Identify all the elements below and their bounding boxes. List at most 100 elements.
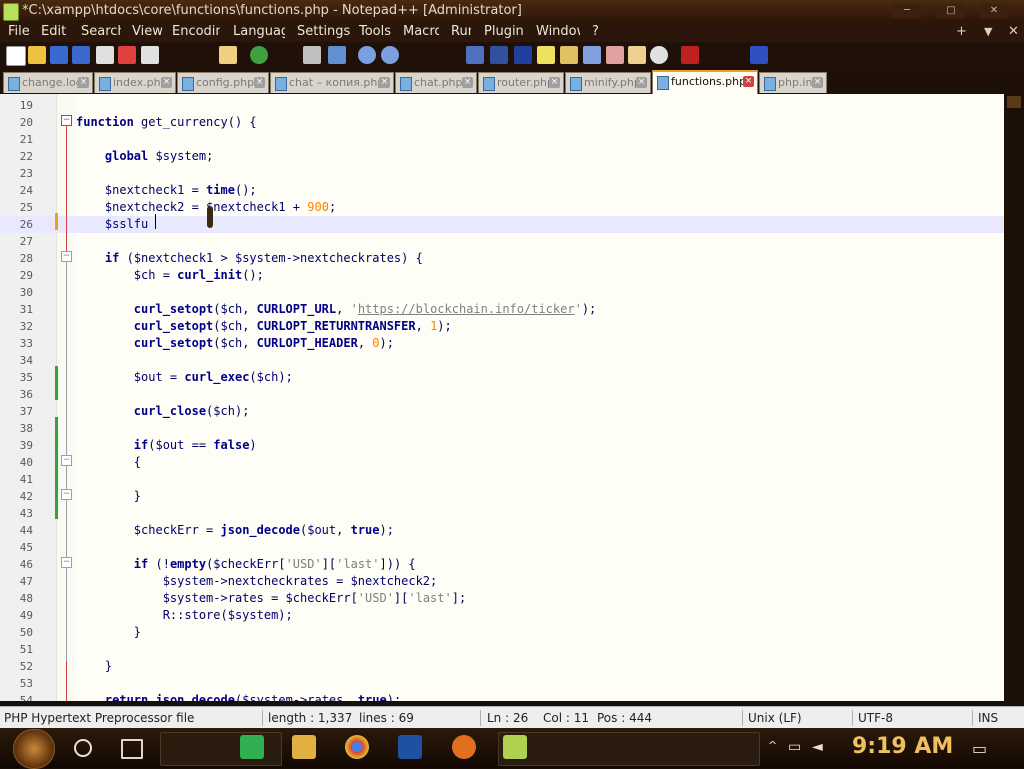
close-tab-icon[interactable]: × [636, 77, 647, 88]
action-center-icon[interactable]: ▭ [972, 739, 987, 758]
show-all-chars-icon[interactable] [490, 46, 508, 64]
menu-help[interactable]: ? [592, 22, 599, 42]
code-line[interactable]: 47 $system->nextcheckrates = $nextcheck2… [0, 573, 1004, 590]
tab-chat-php[interactable]: chat.php × [395, 72, 477, 93]
tab-router-php[interactable]: router.php × [478, 72, 564, 93]
close-tab-icon[interactable]: × [743, 76, 754, 87]
menu-window[interactable]: Window [536, 22, 580, 42]
new-tab-button[interactable]: + [956, 22, 967, 42]
menu-language[interactable]: Language [233, 22, 285, 42]
code-line[interactable]: 52 } [0, 658, 1004, 675]
search-app-icon[interactable] [452, 735, 476, 759]
monitoring-icon[interactable] [628, 46, 646, 64]
tray-overflow-icon[interactable]: ^ [768, 739, 777, 752]
notepad-plus-plus-taskbar-icon[interactable] [503, 735, 527, 759]
tab-config-php[interactable]: config.php × [177, 72, 269, 93]
code-line[interactable]: 46 if (!empty($checkErr['USD']['last']))… [0, 556, 1004, 573]
tab-php-ini[interactable]: php.ini × [759, 72, 827, 93]
menu-settings[interactable]: Settings [297, 22, 350, 42]
replace-icon[interactable] [328, 46, 346, 64]
task-view-icon[interactable] [121, 739, 143, 759]
code-line[interactable]: 43 [0, 505, 1004, 522]
menu-search[interactable]: Search [81, 22, 121, 42]
code-line[interactable]: 37 curl_close($ch); [0, 403, 1004, 420]
menu-edit[interactable]: Edit [41, 22, 66, 42]
menu-macro[interactable]: Macro [403, 22, 439, 42]
cortana-search-icon[interactable] [74, 739, 92, 757]
menu-encoding[interactable]: Encoding [172, 22, 220, 42]
code-line[interactable]: 21 [0, 131, 1004, 148]
code-line[interactable]: 48 $system->rates = $checkErr['USD']['la… [0, 590, 1004, 607]
close-tab-icon[interactable]: × [78, 77, 89, 88]
code-line[interactable]: 45 [0, 539, 1004, 556]
code-line[interactable]: 32 curl_setopt($ch, CURLOPT_RETURNTRANSF… [0, 318, 1004, 335]
doc-map-icon[interactable] [560, 46, 578, 64]
close-tab-icon[interactable]: × [812, 77, 823, 88]
find-icon[interactable] [303, 46, 321, 64]
save-icon[interactable] [50, 46, 68, 64]
powershell-icon[interactable] [398, 735, 422, 759]
close-all-icon[interactable] [118, 46, 136, 64]
sheets-app-icon[interactable] [240, 735, 264, 759]
folder-workspace-icon[interactable] [606, 46, 624, 64]
zoom-in-icon[interactable] [358, 46, 376, 64]
fold-toggle-icon[interactable]: − [61, 455, 72, 466]
code-line[interactable]: 54 return json_decode($system->rates, tr… [0, 692, 1004, 701]
code-line[interactable]: 26 $sslfu [0, 216, 1004, 233]
code-line[interactable]: 29 $ch = curl_init(); [0, 267, 1004, 284]
undo-icon[interactable] [250, 46, 268, 64]
code-editor[interactable]: 19 20 function get_currency() {21 22 global… [0, 94, 1004, 701]
start-button[interactable] [13, 729, 55, 769]
code-line[interactable]: 39 if($out == false) [0, 437, 1004, 454]
tab-minify-php[interactable]: minify.php × [565, 72, 651, 93]
chrome-icon[interactable] [345, 735, 369, 759]
paste-icon[interactable] [219, 46, 237, 64]
word-wrap-icon[interactable] [537, 46, 555, 64]
close-doc-button[interactable]: ✕ [1008, 22, 1019, 42]
tab-index-php[interactable]: index.php × [94, 72, 176, 93]
tab-chat-copy-php[interactable]: chat – копия.php × [270, 72, 394, 93]
code-line[interactable]: 31 curl_setopt($ch, CURLOPT_URL, 'https:… [0, 301, 1004, 318]
indent-guide-icon[interactable] [514, 46, 532, 64]
menu-plugins[interactable]: Plugins [484, 22, 524, 42]
system-clock[interactable]: 9:19 AM [852, 734, 953, 759]
function-list-icon[interactable] [583, 46, 601, 64]
code-line[interactable]: 30 [0, 284, 1004, 301]
code-line[interactable]: 50 } [0, 624, 1004, 641]
code-line[interactable]: 44 $checkErr = json_decode($out, true); [0, 522, 1004, 539]
close-file-icon[interactable] [96, 46, 114, 64]
taskbar-active-app[interactable] [498, 732, 760, 766]
code-line[interactable]: 41 [0, 471, 1004, 488]
code-line[interactable]: 22 global $system; [0, 148, 1004, 165]
close-tab-icon[interactable]: × [462, 77, 473, 88]
tab-list-dropdown[interactable]: ▼ [984, 22, 992, 42]
network-icon[interactable]: ▭ [788, 739, 801, 755]
vertical-scrollbar[interactable] [1004, 94, 1024, 701]
volume-muted-icon[interactable]: ◄ [812, 739, 823, 755]
close-button[interactable]: ✕ [980, 4, 1008, 18]
code-line[interactable]: 27 [0, 233, 1004, 250]
minimize-button[interactable]: ─ [893, 4, 921, 18]
code-line[interactable]: 49 R::store($system); [0, 607, 1004, 624]
code-line[interactable]: 24 $nextcheck1 = time(); [0, 182, 1004, 199]
zoom-out-icon[interactable] [381, 46, 399, 64]
close-tab-icon[interactable]: × [549, 77, 560, 88]
fold-toggle-icon[interactable]: − [61, 489, 72, 500]
fold-toggle-icon[interactable]: − [61, 557, 72, 568]
tab-functions-php[interactable]: functions.php × [652, 70, 758, 95]
code-line[interactable]: 42 } [0, 488, 1004, 505]
code-line[interactable]: 34 [0, 352, 1004, 369]
menu-file[interactable]: File [8, 22, 30, 42]
code-line[interactable]: 36 [0, 386, 1004, 403]
code-line[interactable]: 20 function get_currency() { [0, 114, 1004, 131]
code-line[interactable]: 40 { [0, 454, 1004, 471]
code-line[interactable]: 38 [0, 420, 1004, 437]
new-file-icon[interactable] [6, 46, 26, 66]
print-icon[interactable] [141, 46, 159, 64]
close-tab-icon[interactable]: × [379, 77, 390, 88]
close-tab-icon[interactable]: × [161, 77, 172, 88]
open-file-icon[interactable] [28, 46, 46, 64]
preview-icon[interactable] [650, 46, 668, 64]
scrollbar-thumb[interactable] [1007, 96, 1021, 108]
code-line[interactable]: 53 [0, 675, 1004, 692]
